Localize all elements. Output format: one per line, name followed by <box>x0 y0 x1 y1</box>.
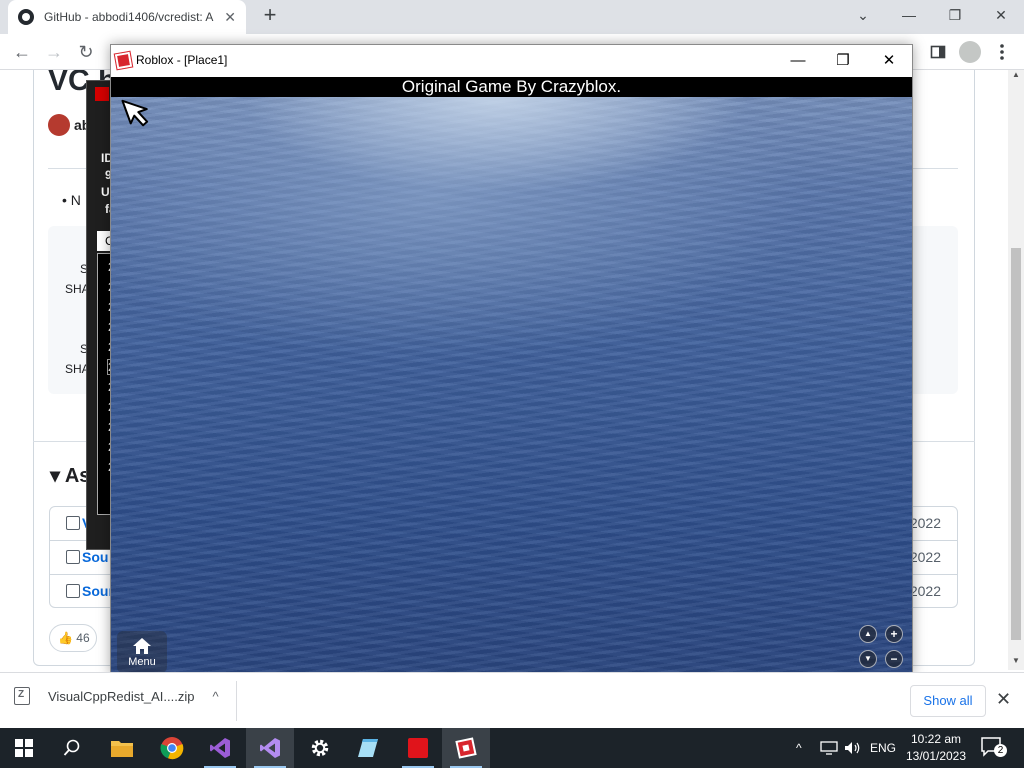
roblox-logo-icon <box>113 50 134 71</box>
chrome-icon <box>160 737 184 760</box>
taskbar-visual-studio[interactable] <box>196 728 244 768</box>
browser-tab-strip: GitHub - abbodi1406/vcredist: A ✕ + ⌄ — … <box>0 0 1024 34</box>
download-file-name: VisualCppRedist_AI....zip <box>48 688 195 704</box>
new-tab-button[interactable]: + <box>258 4 282 28</box>
release-author[interactable]: ab <box>48 114 90 136</box>
assets-heading[interactable]: ▾ As <box>50 463 90 488</box>
tab-title: GitHub - abbodi1406/vcredist: A <box>44 10 214 24</box>
reload-button[interactable]: ↻ <box>72 40 100 64</box>
gear-icon <box>311 739 329 757</box>
windows-icon <box>15 739 33 757</box>
taskbar-chrome[interactable] <box>148 728 196 768</box>
download-item[interactable]: VisualCppRedist_AI....zip ^ <box>14 687 219 705</box>
game-viewport[interactable]: Original Game By Crazyblox. Menu ▲ + ▼ − <box>111 77 912 674</box>
notepad-icon <box>358 739 378 757</box>
roblox-window[interactable]: Roblox - [Place1] — ❐ ✕ Original Game By… <box>110 44 913 675</box>
roblox-minimize-button[interactable]: — <box>775 45 821 77</box>
roblox-close-button[interactable]: ✕ <box>866 45 912 77</box>
folder-icon <box>111 741 133 757</box>
close-download-bar-button[interactable]: ✕ <box>996 689 1011 710</box>
github-icon <box>18 9 34 25</box>
roblox-title-bar[interactable]: Roblox - [Place1] — ❐ ✕ <box>111 45 912 77</box>
volume-icon[interactable] <box>844 728 862 768</box>
home-icon <box>133 638 151 654</box>
browser-minimize-button[interactable]: — <box>886 0 932 30</box>
scroll-down-arrow[interactable]: ▼ <box>1008 656 1024 670</box>
forward-button[interactable]: → <box>40 40 68 64</box>
clock-date: 13/01/2023 <box>905 749 967 763</box>
author-avatar <box>48 114 70 136</box>
taskbar-notepad[interactable] <box>344 728 392 768</box>
search-button[interactable] <box>48 728 96 768</box>
red-square-icon <box>408 738 428 758</box>
asset-date: 2022 <box>909 515 941 531</box>
language-indicator[interactable]: ENG <box>870 728 896 768</box>
profile-button[interactable] <box>958 40 982 64</box>
tab-close-button[interactable]: ✕ <box>224 9 236 26</box>
windows-taskbar: ^ ENG 10:22 am 13/01/2023 2 <box>0 728 1024 768</box>
reaction-count: 46 <box>76 631 90 645</box>
camera-down-button[interactable]: ▼ <box>859 650 877 668</box>
download-bar: VisualCppRedist_AI....zip ^ Show all ✕ <box>0 672 1024 728</box>
tray-overflow-chevron[interactable]: ^ <box>796 728 802 768</box>
zip-file-icon <box>14 687 30 705</box>
scroll-up-arrow[interactable]: ▲ <box>1008 70 1024 84</box>
back-button[interactable]: ← <box>8 40 36 64</box>
mouse-cursor-icon <box>121 99 149 127</box>
network-icon[interactable] <box>820 728 838 768</box>
thumbs-up-reaction[interactable]: 👍 46 <box>49 624 97 652</box>
taskbar-red-app[interactable] <box>394 728 442 768</box>
side-panel-icon <box>930 45 946 59</box>
tab-search-button[interactable]: ⌄ <box>840 0 886 30</box>
zoom-out-button[interactable]: − <box>885 650 903 668</box>
browser-tab[interactable]: GitHub - abbodi1406/vcredist: A ✕ <box>8 0 246 34</box>
notification-center-button[interactable]: 2 <box>980 736 1008 760</box>
kebab-menu-icon <box>1000 44 1004 60</box>
package-icon <box>66 516 80 530</box>
notification-count: 2 <box>994 744 1007 757</box>
taskbar-settings[interactable] <box>296 728 344 768</box>
menu-label: Menu <box>128 656 156 668</box>
side-panel-button[interactable] <box>926 40 950 64</box>
roblox-restore-button[interactable]: ❐ <box>820 45 866 77</box>
start-button[interactable] <box>0 728 48 768</box>
profile-avatar-icon <box>959 41 981 63</box>
browser-restore-button[interactable]: ❐ <box>932 0 978 30</box>
notes-bullet: • N <box>62 192 81 208</box>
vscode-icon <box>260 738 280 758</box>
system-clock[interactable]: 10:22 am 13/01/2023 <box>900 731 972 765</box>
menu-button[interactable]: Menu <box>117 631 167 673</box>
page-scrollbar[interactable]: ▲ ▼ <box>1008 70 1024 670</box>
divider <box>236 681 237 721</box>
chrome-menu-button[interactable] <box>990 40 1014 64</box>
search-icon <box>63 739 80 756</box>
roblox-icon <box>455 737 477 759</box>
asset-link[interactable]: Sou <box>82 549 108 565</box>
download-options-chevron[interactable]: ^ <box>212 689 218 704</box>
file-zip-icon <box>66 584 80 598</box>
browser-close-button[interactable]: ✕ <box>978 0 1024 30</box>
game-credit-banner: Original Game By Crazyblox. <box>111 77 912 97</box>
zoom-in-button[interactable]: + <box>885 625 903 643</box>
taskbar-vscode[interactable] <box>246 728 294 768</box>
asset-date: 2022 <box>909 583 941 599</box>
asset-date: 2022 <box>909 549 941 565</box>
roblox-window-title: Roblox - [Place1] <box>136 53 228 67</box>
camera-up-button[interactable]: ▲ <box>859 625 877 643</box>
visual-studio-icon <box>210 738 230 758</box>
scrollbar-thumb[interactable] <box>1011 248 1021 640</box>
file-zip-icon <box>66 550 80 564</box>
clock-time: 10:22 am <box>910 732 962 746</box>
thumbs-up-icon: 👍 <box>58 631 73 645</box>
notes-text: N <box>70 192 81 208</box>
taskbar-file-explorer[interactable] <box>98 728 146 768</box>
taskbar-roblox[interactable] <box>442 728 490 768</box>
show-all-button[interactable]: Show all <box>910 685 986 717</box>
app-logo-icon <box>95 87 109 101</box>
